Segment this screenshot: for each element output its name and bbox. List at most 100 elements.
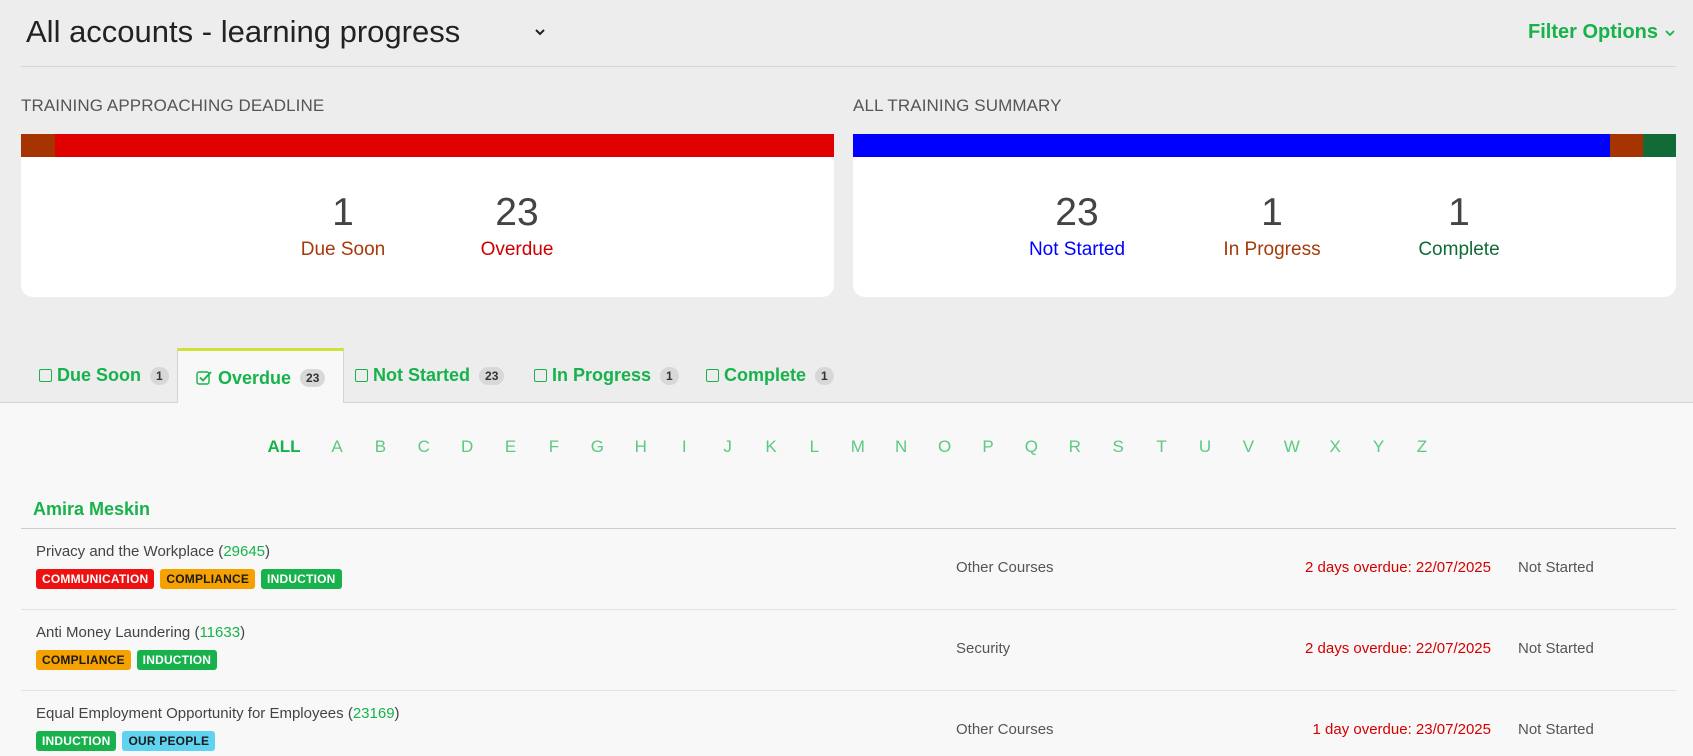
course-category: Other Courses bbox=[956, 559, 1054, 576]
stat-label: Due Soon bbox=[300, 239, 386, 260]
course-id-link[interactable]: 11633 bbox=[199, 624, 240, 641]
tag-badge: INDUCTION bbox=[36, 731, 117, 751]
stat-value: 23 bbox=[1055, 191, 1099, 234]
checkbox-empty-icon bbox=[39, 369, 52, 382]
tab-not-started[interactable]: Not Started 23 bbox=[337, 348, 522, 403]
tab-count-badge: 1 bbox=[150, 366, 169, 385]
alpha-filter-a[interactable]: A bbox=[331, 437, 342, 457]
overdue-date: 1 day overdue: 23/07/2025 bbox=[1312, 721, 1491, 738]
chevron-down-icon bbox=[535, 29, 545, 36]
alpha-filter-d[interactable]: D bbox=[461, 437, 473, 457]
alpha-filter-i[interactable]: I bbox=[682, 437, 687, 457]
tag-list: INDUCTION OUR PEOPLE bbox=[36, 731, 216, 751]
stat-due-soon[interactable]: 1 Due Soon bbox=[301, 191, 386, 261]
stat-value: 23 bbox=[495, 191, 539, 234]
tab-count-badge: 1 bbox=[815, 366, 834, 385]
checkbox-checked-icon bbox=[196, 371, 212, 385]
alpha-filter-z[interactable]: Z bbox=[1417, 437, 1427, 457]
tab-label: Complete bbox=[724, 365, 807, 385]
alpha-filter-t[interactable]: T bbox=[1156, 437, 1166, 457]
bar-segment-due-soon bbox=[21, 134, 55, 157]
alpha-filter-x[interactable]: X bbox=[1330, 437, 1341, 457]
tag-list: COMPLIANCE INDUCTION bbox=[36, 650, 218, 670]
tag-list: COMMUNICATION COMPLIANCE INDUCTION bbox=[36, 569, 342, 589]
course-status: Not Started bbox=[1518, 559, 1594, 576]
tab-label: Overdue bbox=[218, 367, 292, 388]
alpha-filter-o[interactable]: O bbox=[938, 437, 951, 457]
tab-count-badge: 23 bbox=[479, 366, 505, 385]
tag-badge: OUR PEOPLE bbox=[122, 731, 216, 751]
course-name: Equal Employment Opportunity for Employe… bbox=[36, 705, 344, 722]
filter-options-label: Filter Options bbox=[1528, 21, 1658, 43]
alpha-filter-y[interactable]: Y bbox=[1373, 437, 1384, 457]
course-title: Privacy and the Workplace (29645) bbox=[36, 543, 271, 560]
summary-progress-bar bbox=[853, 134, 1676, 157]
deadline-card-title: TRAINING APPROACHING DEADLINE bbox=[21, 96, 325, 115]
alpha-filter-h[interactable]: H bbox=[635, 437, 647, 457]
stat-label: Overdue bbox=[480, 239, 554, 260]
alpha-filter-m[interactable]: M bbox=[851, 437, 865, 457]
alpha-filter-f[interactable]: F bbox=[549, 437, 559, 457]
stat-label: In Progress bbox=[1223, 239, 1321, 260]
stat-in-progress[interactable]: 1 In Progress bbox=[1223, 191, 1320, 261]
course-category: Security bbox=[956, 640, 1011, 657]
course-id-link[interactable]: 23169 bbox=[353, 705, 395, 722]
tab-count-badge: 23 bbox=[300, 369, 326, 387]
overdue-date: 2 days overdue: 22/07/2025 bbox=[1305, 559, 1491, 576]
tag-badge: COMPLIANCE bbox=[160, 569, 256, 589]
course-status: Not Started bbox=[1518, 640, 1594, 657]
alpha-filter-w[interactable]: W bbox=[1284, 437, 1300, 457]
alpha-filter-k[interactable]: K bbox=[765, 437, 776, 457]
alpha-filter-all[interactable]: ALL bbox=[267, 437, 300, 457]
stat-overdue[interactable]: 23 Overdue bbox=[481, 191, 554, 261]
course-title: Anti Money Laundering (11633) bbox=[36, 624, 246, 641]
deadline-card: TRAINING APPROACHING DEADLINE 1 Due Soon… bbox=[21, 96, 834, 297]
bar-segment-complete bbox=[1643, 134, 1676, 157]
tab-label: Due Soon bbox=[57, 365, 141, 385]
filter-options-button[interactable]: Filter Options bbox=[1528, 21, 1676, 44]
alpha-filter-p[interactable]: P bbox=[982, 437, 993, 457]
stat-not-started[interactable]: 23 Not Started bbox=[1029, 191, 1125, 261]
bar-segment-overdue bbox=[54, 134, 834, 157]
stat-value: 1 bbox=[1448, 191, 1470, 234]
deadline-progress-bar bbox=[21, 134, 834, 157]
tab-content: ALL A B C D E F G H I J K L M N O P Q R S T U V W X Y Z Amira Mesk… bbox=[0, 403, 1693, 756]
alpha-filter-q[interactable]: Q bbox=[1025, 437, 1038, 457]
tag-badge: INDUCTION bbox=[136, 650, 218, 670]
bar-segment-not-started bbox=[853, 134, 1611, 157]
tab-label: In Progress bbox=[552, 365, 652, 385]
tab-in-progress[interactable]: In Progress 1 bbox=[516, 348, 697, 403]
alpha-filter-g[interactable]: G bbox=[591, 437, 604, 457]
alpha-filter-c[interactable]: C bbox=[418, 437, 430, 457]
alpha-filter-r[interactable]: R bbox=[1069, 437, 1081, 457]
account-selector[interactable]: All accounts - learning progress bbox=[26, 14, 546, 50]
tag-badge: INDUCTION bbox=[261, 569, 342, 589]
alpha-filter-n[interactable]: N bbox=[895, 437, 907, 457]
alpha-filter-s[interactable]: S bbox=[1113, 437, 1124, 457]
tab-overdue[interactable]: Overdue 23 bbox=[177, 348, 345, 405]
person-name-link[interactable]: Amira Meskin bbox=[33, 499, 150, 520]
tab-complete[interactable]: Complete 1 bbox=[688, 348, 852, 403]
page-title: All accounts - learning progress bbox=[26, 14, 461, 49]
deadline-card-body: 1 Due Soon 23 Overdue bbox=[21, 157, 834, 297]
stat-value: 1 bbox=[332, 191, 354, 234]
alpha-filter-b[interactable]: B bbox=[375, 437, 386, 457]
alpha-filter-u[interactable]: U bbox=[1199, 437, 1211, 457]
table-row: Privacy and the Workplace (29645) COMMUNI… bbox=[21, 529, 1676, 610]
course-name: Privacy and the Workplace bbox=[36, 543, 215, 560]
stat-label: Complete bbox=[1418, 239, 1500, 260]
course-title: Equal Employment Opportunity for Employe… bbox=[36, 705, 400, 722]
checkbox-empty-icon bbox=[355, 369, 368, 382]
tag-badge: COMMUNICATION bbox=[36, 569, 155, 589]
course-category: Other Courses bbox=[956, 721, 1054, 738]
tab-due-soon[interactable]: Due Soon 1 bbox=[21, 348, 187, 403]
alpha-filter-l[interactable]: L bbox=[810, 437, 819, 457]
bar-segment-in-progress bbox=[1610, 134, 1644, 157]
course-id-link[interactable]: 29645 bbox=[223, 543, 265, 560]
alpha-filter-e[interactable]: E bbox=[505, 437, 516, 457]
course-name: Anti Money Laundering bbox=[36, 624, 191, 641]
alpha-filter-j[interactable]: J bbox=[723, 437, 732, 457]
stat-complete[interactable]: 1 Complete bbox=[1418, 191, 1499, 261]
tab-label: Not Started bbox=[373, 365, 471, 385]
alpha-filter-v[interactable]: V bbox=[1243, 437, 1254, 457]
